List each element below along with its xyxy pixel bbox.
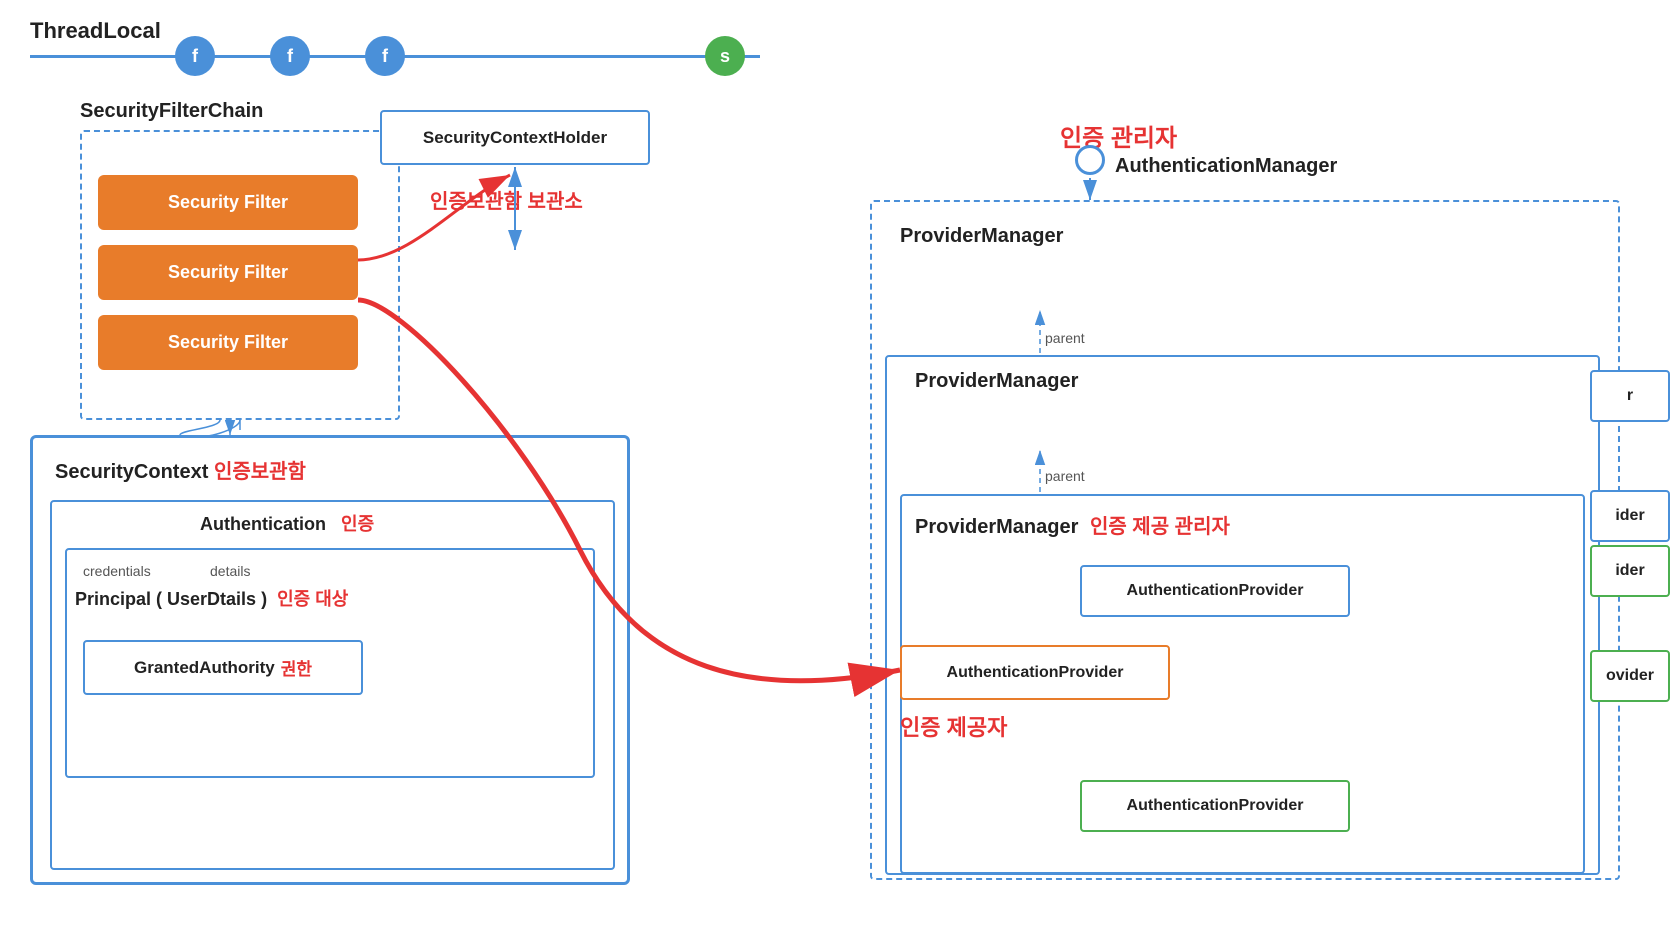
ga-box: GrantedAuthority 권한 [83, 640, 363, 695]
credentials-label: credentials [83, 563, 151, 579]
sfc-label: SecurityFilterChain [80, 100, 263, 123]
pm-label1: ProviderManager [900, 225, 1063, 248]
security-filter-3: Security Filter [98, 315, 358, 370]
thread-node-f1: f [175, 36, 215, 76]
right-box-ider2: ider [1590, 545, 1670, 597]
thread-node-f3: f [365, 36, 405, 76]
details-label: details [210, 563, 250, 579]
right-box-ider1: ider [1590, 490, 1670, 542]
thread-node-s: s [705, 36, 745, 76]
threadlocal-label: ThreadLocal [30, 18, 161, 44]
auth-provider-red: 인증 제공자 [900, 710, 1007, 742]
auth-title: Authentication 인증 [200, 510, 374, 536]
principal-label: Principal ( UserDtails ) 인증 대상 [75, 585, 348, 611]
ap-box-green: AuthenticationProvider [1080, 780, 1350, 832]
am-label: AuthenticationManager [1115, 155, 1337, 178]
sch-box: SecurityContextHolder [380, 110, 650, 165]
auth-store-label: 인증보관함 보관소 [430, 185, 583, 214]
am-title-red: 인증 관리자 [1060, 118, 1177, 153]
ap-box-orange: AuthenticationProvider [900, 645, 1170, 700]
pm-label2: ProviderManager [915, 370, 1078, 393]
pm-innermost-label: ProviderManager 인증 제공 관리자 [915, 510, 1230, 539]
ap-box-blue: AuthenticationProvider [1080, 565, 1350, 617]
security-filter-1: Security Filter [98, 175, 358, 230]
diagram-container: ThreadLocal f f f s SecurityFilterChain … [0, 0, 1672, 946]
security-filter-2: Security Filter [98, 245, 358, 300]
right-box-ovider: ovider [1590, 650, 1670, 702]
right-box-r: r [1590, 370, 1670, 422]
am-circle [1075, 145, 1105, 175]
thread-node-f2: f [270, 36, 310, 76]
sc-title: SecurityContext 인증보관함 [55, 455, 306, 484]
parent-label2: parent [1045, 468, 1085, 484]
parent-label1: parent [1045, 330, 1085, 346]
